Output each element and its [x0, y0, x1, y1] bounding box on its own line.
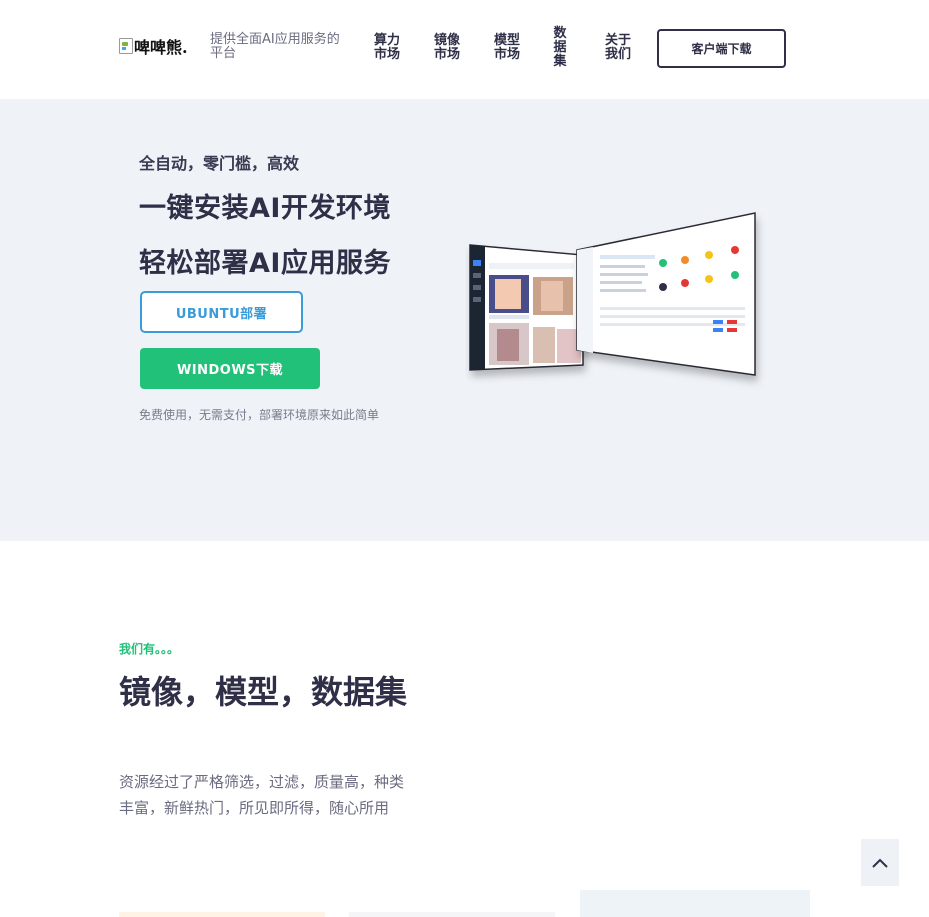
logo-alt-text: 啤啤熊. [134, 38, 188, 57]
nav-label: 数据集 [553, 26, 567, 69]
section-eyebrow: 我们有。。。 [119, 642, 180, 656]
ubuntu-deploy-button[interactable]: UBUNTU部署 [140, 291, 303, 333]
nav-label-line2: 市场 [434, 47, 461, 62]
nav-model-market[interactable]: 模型 市场 [494, 34, 520, 62]
dashboard-window [576, 212, 756, 376]
hero-eyebrow: 全自动，零门槛，高效 [139, 154, 300, 173]
site-header: 啤啤熊. 提供全面AI应用服务的平台 算力 市场 镜像 市场 模型 市场 数据集… [0, 0, 929, 99]
windows-download-button[interactable]: WINDOWS下载 [140, 348, 320, 389]
hero-note: 免费使用，无需支付，部署环境原来如此简单 [139, 408, 380, 422]
section-title: 镜像，模型，数据集 [119, 673, 408, 711]
nav-image-market[interactable]: 镜像 市场 [434, 34, 460, 62]
chevron-up-icon [872, 858, 888, 868]
nav-datasets[interactable]: 数据集 [552, 27, 568, 69]
nav-label-line1: 关于 [605, 33, 632, 48]
nav-label-line2: 市场 [374, 47, 401, 62]
hero-headline-1: 一键安装AI开发环境 [139, 193, 391, 224]
feature-card[interactable] [580, 890, 810, 917]
broken-image-icon [119, 38, 133, 54]
section-description: 资源经过了严格筛选，过滤，质量高，种类丰富，新鲜热门，所见即所得，随心所用 [119, 773, 405, 817]
gallery-window [469, 244, 584, 371]
scroll-to-top-button[interactable] [861, 839, 899, 886]
nav-label-line1: 镜像 [434, 33, 461, 48]
feature-card[interactable] [349, 912, 555, 917]
nav-compute-market[interactable]: 算力 市场 [374, 34, 400, 62]
nav-label-line1: 算力 [374, 33, 401, 48]
nav-label-line1: 模型 [494, 33, 521, 48]
client-download-button[interactable]: 客户端下载 [657, 29, 786, 68]
feature-card[interactable] [119, 912, 325, 917]
nav-label-line2: 我们 [605, 47, 632, 62]
nav-label-line2: 市场 [494, 47, 521, 62]
logo[interactable]: 啤啤熊. [119, 34, 188, 58]
hero-headline-2: 轻松部署AI应用服务 [139, 248, 391, 279]
app-screenshot-illustration [469, 212, 756, 376]
nav-about-us[interactable]: 关于 我们 [605, 34, 631, 62]
site-tagline: 提供全面AI应用服务的平台 [210, 32, 340, 61]
